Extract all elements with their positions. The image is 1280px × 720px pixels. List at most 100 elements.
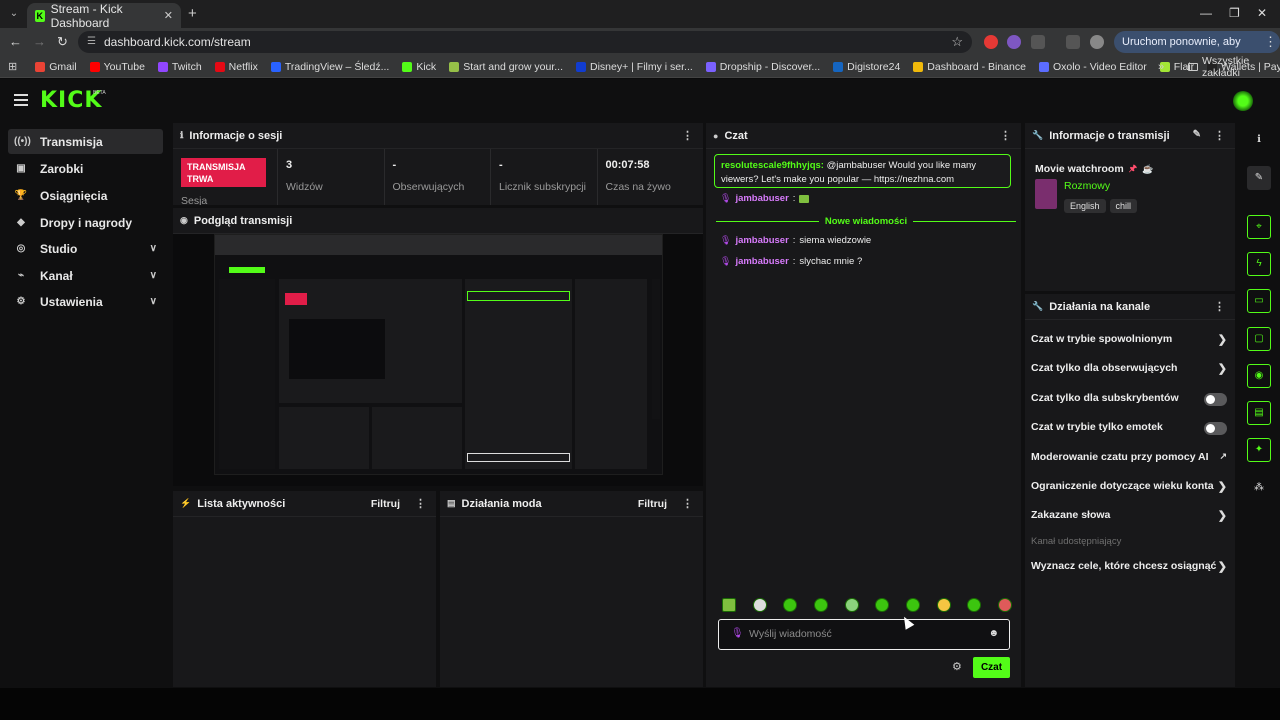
all-bookmarks-folder[interactable]: Wszystkie zakładki (1188, 55, 1280, 79)
emote-icon[interactable] (905, 598, 920, 612)
extension-purple-icon[interactable] (1007, 35, 1021, 49)
subscribers-only-toggle[interactable] (1204, 393, 1227, 406)
bookmark-item[interactable]: Start and grow your... (449, 61, 563, 73)
emote-icon[interactable] (722, 598, 736, 612)
bookmark-item[interactable]: Dropship - Discover... (705, 61, 820, 73)
browser-tab[interactable]: K Stream - Kick Dashboard ✕ (27, 2, 181, 30)
category-thumbnail[interactable] (1035, 179, 1057, 209)
action-banned-words[interactable]: Zakazane słowa ❯ (1031, 509, 1227, 525)
chat-settings-icon[interactable]: ⚙ (952, 660, 962, 673)
bookmark-item[interactable]: Dashboard - Binance (913, 61, 1026, 73)
chat-input-box[interactable]: 🎙 ☻ (718, 619, 1010, 650)
edit-icon[interactable]: ✎ (1247, 166, 1271, 190)
bookmark-item[interactable]: YouTube (89, 61, 145, 73)
wrench-icon[interactable]: ✦ (1247, 438, 1271, 462)
more-options-icon[interactable]: ⋮ (682, 497, 693, 510)
sidebar-item-dropy[interactable]: ◆ Dropy i nagrody (8, 210, 163, 235)
chat-send-button[interactable]: Czat (973, 657, 1010, 678)
filter-button[interactable]: Filtruj (371, 498, 400, 510)
bookmark-star-icon[interactable]: ☆ (951, 31, 963, 53)
forward-icon[interactable]: → (33, 34, 46, 49)
pinned-username[interactable]: resolutescale9fhhyjqs: (721, 160, 824, 171)
bookmark-item[interactable]: Digistore24 (833, 61, 900, 73)
user-avatar[interactable] (1233, 91, 1253, 111)
extensions-puzzle-icon[interactable] (1031, 35, 1045, 49)
divider-line (716, 220, 819, 222)
sidebar-item-studio[interactable]: ◎ Studio ∨ (8, 236, 163, 261)
preview-video[interactable] (173, 234, 703, 486)
broadcast-icon[interactable]: ◉ (1247, 364, 1271, 388)
action-account-age[interactable]: Ograniczenie dotyczące wieku konta ❯ (1031, 480, 1227, 496)
sidebar-item-ustawienia[interactable]: ⚙ Ustawienia ∨ (8, 289, 163, 314)
layout-icon[interactable]: ▤ (1247, 401, 1271, 425)
share-icon[interactable]: ⁂ (1247, 476, 1271, 500)
new-tab-icon[interactable]: + (188, 5, 197, 22)
emote-icon[interactable] (936, 598, 951, 612)
lightning-icon[interactable]: ϟ (1247, 252, 1271, 276)
tag[interactable]: English (1064, 199, 1106, 213)
bookmark-item[interactable]: Kick (402, 61, 436, 73)
sidebar-item-zarobki[interactable]: ▣ Zarobki (8, 156, 163, 181)
minimize-icon[interactable]: — (1200, 6, 1212, 20)
bookmark-item[interactable]: Gmail (35, 61, 77, 73)
action-ai-moderation[interactable]: Moderowanie czatu przy pomocy AI ↗ (1031, 451, 1227, 467)
emoji-picker-icon[interactable]: ☻ (988, 628, 999, 639)
sidebar-item-transmisja[interactable]: ((•)) Transmisja (8, 129, 163, 154)
preview-mod (372, 407, 462, 469)
mature-icon: ☕ (1142, 163, 1154, 174)
info-icon[interactable]: ℹ (1247, 128, 1271, 152)
update-button[interactable]: Uruchom ponownie, aby zaktualizować (1114, 31, 1280, 70)
pinned-message[interactable]: resolutescale9fhhyjqs: @jambabuser Would… (714, 154, 1011, 188)
edit-icon[interactable]: ✎ (1193, 129, 1201, 140)
reload-icon[interactable]: ↻ (57, 34, 68, 50)
action-followers-only[interactable]: Czat tylko dla obserwujących ❯ (1031, 362, 1227, 378)
menu-icon[interactable] (14, 94, 28, 106)
tag[interactable]: chill (1109, 199, 1138, 213)
sidebar-item-osiagniecia[interactable]: 🏆 Osiągnięcia (8, 183, 163, 208)
document-icon[interactable]: ▭ (1247, 289, 1271, 313)
chat-username[interactable]: jambabuser (735, 235, 788, 246)
bookmark-item[interactable]: Twitch (157, 61, 202, 73)
more-options-icon[interactable]: ⋮ (1214, 300, 1225, 313)
browser-menu-icon[interactable]: ⋮ (1264, 34, 1277, 50)
close-window-icon[interactable]: ✕ (1257, 6, 1267, 20)
maximize-icon[interactable]: ❐ (1229, 6, 1240, 20)
more-options-icon[interactable]: ⋮ (415, 497, 426, 510)
bookmark-item[interactable]: Disney+ | Filmy i ser... (576, 61, 693, 73)
emote-icon[interactable] (967, 598, 982, 612)
sidebar-item-kanal[interactable]: ⌁ Kanał ∨ (8, 263, 163, 288)
bookmark-item[interactable]: Netflix (214, 61, 258, 73)
emote-icon[interactable] (813, 598, 828, 612)
more-options-icon[interactable]: ⋮ (1000, 129, 1011, 142)
profile-icon[interactable] (1090, 35, 1104, 49)
reading-list-icon[interactable] (1066, 35, 1080, 49)
close-tab-icon[interactable]: ✕ (164, 9, 173, 22)
chat-bubble-icon[interactable]: ▢ (1247, 327, 1271, 351)
emote-icon[interactable] (752, 598, 767, 612)
emote-icon[interactable] (875, 598, 890, 612)
action-goals[interactable]: Wyznacz cele, które chcesz osiągnąć ❯ (1031, 560, 1227, 576)
emote-only-toggle[interactable] (1204, 422, 1227, 435)
bookmark-item[interactable]: Oxolo - Video Editor (1038, 61, 1147, 73)
bookmark-item[interactable]: TradingView – Śledź... (270, 61, 389, 73)
site-info-icon[interactable]: ☰ (87, 31, 96, 53)
more-bookmarks-icon[interactable]: » (1158, 61, 1164, 73)
back-icon[interactable]: ← (9, 34, 22, 49)
tab-search-icon[interactable]: ⌄ (6, 6, 22, 22)
chat-username[interactable]: jambabuser (735, 193, 788, 204)
more-options-icon[interactable]: ⋮ (1214, 129, 1225, 142)
apps-grid-icon[interactable]: ⊞ (8, 60, 17, 73)
chat-username[interactable]: jambabuser (735, 256, 788, 267)
emote-icon[interactable] (783, 598, 798, 612)
url-input[interactable]: ☰ dashboard.kick.com/stream ☆ (78, 31, 972, 53)
divider-line (913, 220, 1017, 222)
action-slow-mode[interactable]: Czat w trybie spowolnionym ❯ (1031, 333, 1227, 349)
filter-button[interactable]: Filtruj (638, 498, 667, 510)
category-name[interactable]: Rozmowy (1064, 180, 1110, 192)
extension-red-icon[interactable] (984, 35, 998, 49)
emote-icon[interactable] (844, 598, 859, 612)
chat-message-input[interactable] (749, 627, 974, 641)
more-options-icon[interactable]: ⋮ (682, 129, 693, 142)
clip-icon[interactable]: ⌖ (1247, 215, 1271, 239)
emote-icon[interactable] (997, 598, 1012, 612)
